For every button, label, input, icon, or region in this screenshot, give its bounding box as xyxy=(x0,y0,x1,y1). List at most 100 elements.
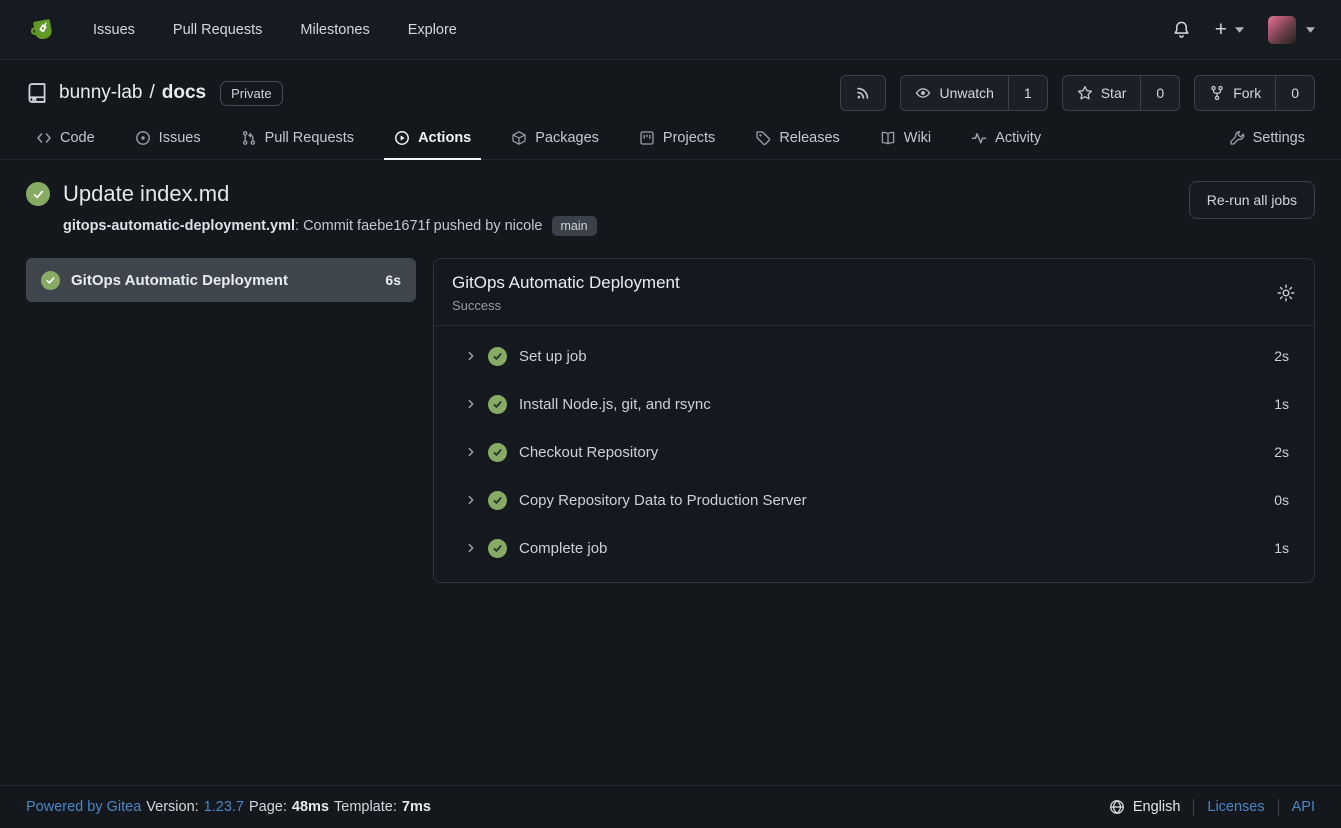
actions-run-view: Update index.md gitops-automatic-deploym… xyxy=(0,160,1341,785)
step-row[interactable]: Set up job 2s xyxy=(434,332,1314,380)
nav-milestones[interactable]: Milestones xyxy=(281,22,388,38)
chevron-right-icon[interactable] xyxy=(464,397,478,411)
user-menu[interactable] xyxy=(1268,16,1315,44)
step-success-check-icon xyxy=(488,443,507,462)
watch-count[interactable]: 1 xyxy=(1008,76,1047,110)
tab-projects-label: Projects xyxy=(663,130,715,146)
issue-circle-dot-icon xyxy=(135,130,151,146)
step-row[interactable]: Copy Repository Data to Production Serve… xyxy=(434,476,1314,524)
run-title: Update index.md xyxy=(63,181,229,207)
job-list-item[interactable]: GitOps Automatic Deployment 6s xyxy=(26,258,416,302)
tab-settings-label: Settings xyxy=(1253,130,1305,146)
commit-text: : Commit faebe1671f pushed by nicole xyxy=(295,218,542,234)
tab-issues[interactable]: Issues xyxy=(125,117,211,159)
git-pull-request-icon xyxy=(241,130,257,146)
tab-pull-requests[interactable]: Pull Requests xyxy=(231,117,364,159)
job-name: GitOps Automatic Deployment xyxy=(71,272,374,289)
fork-icon xyxy=(1209,85,1225,101)
run-content: GitOps Automatic Deployment 6s GitOps Au… xyxy=(26,258,1315,583)
watch-button-group: Unwatch 1 xyxy=(900,75,1047,111)
unwatch-label: Unwatch xyxy=(939,85,993,101)
step-duration: 2s xyxy=(1274,348,1289,364)
chevron-down-icon xyxy=(1306,27,1315,33)
fork-label: Fork xyxy=(1233,85,1261,101)
gear-icon[interactable] xyxy=(1276,283,1296,303)
version-label: Version: xyxy=(146,799,198,815)
branch-badge[interactable]: main xyxy=(552,216,597,236)
fork-count[interactable]: 0 xyxy=(1275,76,1314,110)
step-success-check-icon xyxy=(488,539,507,558)
licenses-link[interactable]: Licenses xyxy=(1207,799,1264,815)
chevron-right-icon[interactable] xyxy=(464,493,478,507)
page-time: 48ms xyxy=(292,799,329,815)
tab-projects[interactable]: Projects xyxy=(629,117,725,159)
footer-left: Powered by Gitea Version: 1.23.7 Page: 4… xyxy=(26,799,431,815)
chevron-right-icon[interactable] xyxy=(464,541,478,555)
star-button-group: Star 0 xyxy=(1062,75,1180,111)
workflow-file-link[interactable]: gitops-automatic-deployment.yml xyxy=(63,218,295,234)
footer-divider xyxy=(1278,799,1279,816)
powered-by-gitea-link[interactable]: Powered by Gitea xyxy=(26,799,141,815)
api-link[interactable]: API xyxy=(1292,799,1315,815)
unwatch-button[interactable]: Unwatch xyxy=(901,76,1007,110)
repo-owner-link[interactable]: bunny-lab xyxy=(59,82,142,104)
job-status-text: Success xyxy=(452,298,1276,313)
version-link[interactable]: 1.23.7 xyxy=(204,799,244,815)
job-success-check-icon xyxy=(41,271,60,290)
breadcrumb-separator: / xyxy=(149,82,154,104)
star-icon xyxy=(1077,85,1093,101)
tab-activity-label: Activity xyxy=(995,130,1041,146)
tab-activity[interactable]: Activity xyxy=(961,117,1051,159)
tab-packages-label: Packages xyxy=(535,130,599,146)
footer-divider xyxy=(1193,799,1194,816)
step-row[interactable]: Install Node.js, git, and rsync 1s xyxy=(434,380,1314,428)
top-navbar: Issues Pull Requests Milestones Explore … xyxy=(0,0,1341,60)
fork-button-group: Fork 0 xyxy=(1194,75,1315,111)
star-count[interactable]: 0 xyxy=(1140,76,1179,110)
tab-packages[interactable]: Packages xyxy=(501,117,609,159)
tab-pull-requests-label: Pull Requests xyxy=(265,130,354,146)
step-name: Install Node.js, git, and rsync xyxy=(519,396,1264,413)
tab-code[interactable]: Code xyxy=(26,117,105,159)
star-button[interactable]: Star xyxy=(1063,76,1141,110)
nav-explore[interactable]: Explore xyxy=(389,22,476,38)
tab-releases[interactable]: Releases xyxy=(745,117,849,159)
rss-button[interactable] xyxy=(841,76,885,110)
repo-name-link[interactable]: docs xyxy=(162,82,206,104)
job-detail-panel: GitOps Automatic Deployment Success xyxy=(433,258,1315,583)
step-name: Complete job xyxy=(519,540,1264,557)
tab-wiki[interactable]: Wiki xyxy=(870,117,941,159)
chevron-down-icon xyxy=(1235,27,1244,33)
gitea-logo-icon[interactable] xyxy=(26,13,60,47)
nav-issues[interactable]: Issues xyxy=(74,22,154,38)
fork-button[interactable]: Fork xyxy=(1195,76,1275,110)
breadcrumb: bunny-lab / docs xyxy=(59,82,206,104)
tab-settings[interactable]: Settings xyxy=(1219,117,1315,159)
step-row[interactable]: Complete job 1s xyxy=(434,524,1314,572)
tab-actions[interactable]: Actions xyxy=(384,117,481,159)
globe-icon xyxy=(1109,799,1125,815)
tab-wiki-label: Wiki xyxy=(904,130,931,146)
chevron-right-icon[interactable] xyxy=(464,349,478,363)
step-duration: 1s xyxy=(1274,396,1289,412)
nav-pull-requests[interactable]: Pull Requests xyxy=(154,22,281,38)
step-duration: 2s xyxy=(1274,444,1289,460)
step-row[interactable]: Checkout Repository 2s xyxy=(434,428,1314,476)
job-list: GitOps Automatic Deployment 6s xyxy=(26,258,416,302)
notifications-bell-icon[interactable] xyxy=(1172,20,1191,39)
eye-icon xyxy=(915,85,931,101)
run-subtitle: gitops-automatic-deployment.yml : Commit… xyxy=(63,216,597,236)
chevron-right-icon[interactable] xyxy=(464,445,478,459)
template-label: Template: xyxy=(334,799,397,815)
code-icon xyxy=(36,130,52,146)
pulse-icon xyxy=(971,130,987,146)
template-time: 7ms xyxy=(402,799,431,815)
tag-icon xyxy=(755,130,771,146)
tab-code-label: Code xyxy=(60,130,95,146)
rerun-all-jobs-button[interactable]: Re-run all jobs xyxy=(1189,181,1315,219)
language-label: English xyxy=(1133,799,1181,815)
repo-header: bunny-lab / docs Private xyxy=(0,60,1341,160)
repo-tabs: Code Issues Pull Requests Actions xyxy=(26,117,1315,159)
language-selector[interactable]: English xyxy=(1109,799,1181,815)
create-new-button[interactable]: + xyxy=(1215,19,1244,40)
